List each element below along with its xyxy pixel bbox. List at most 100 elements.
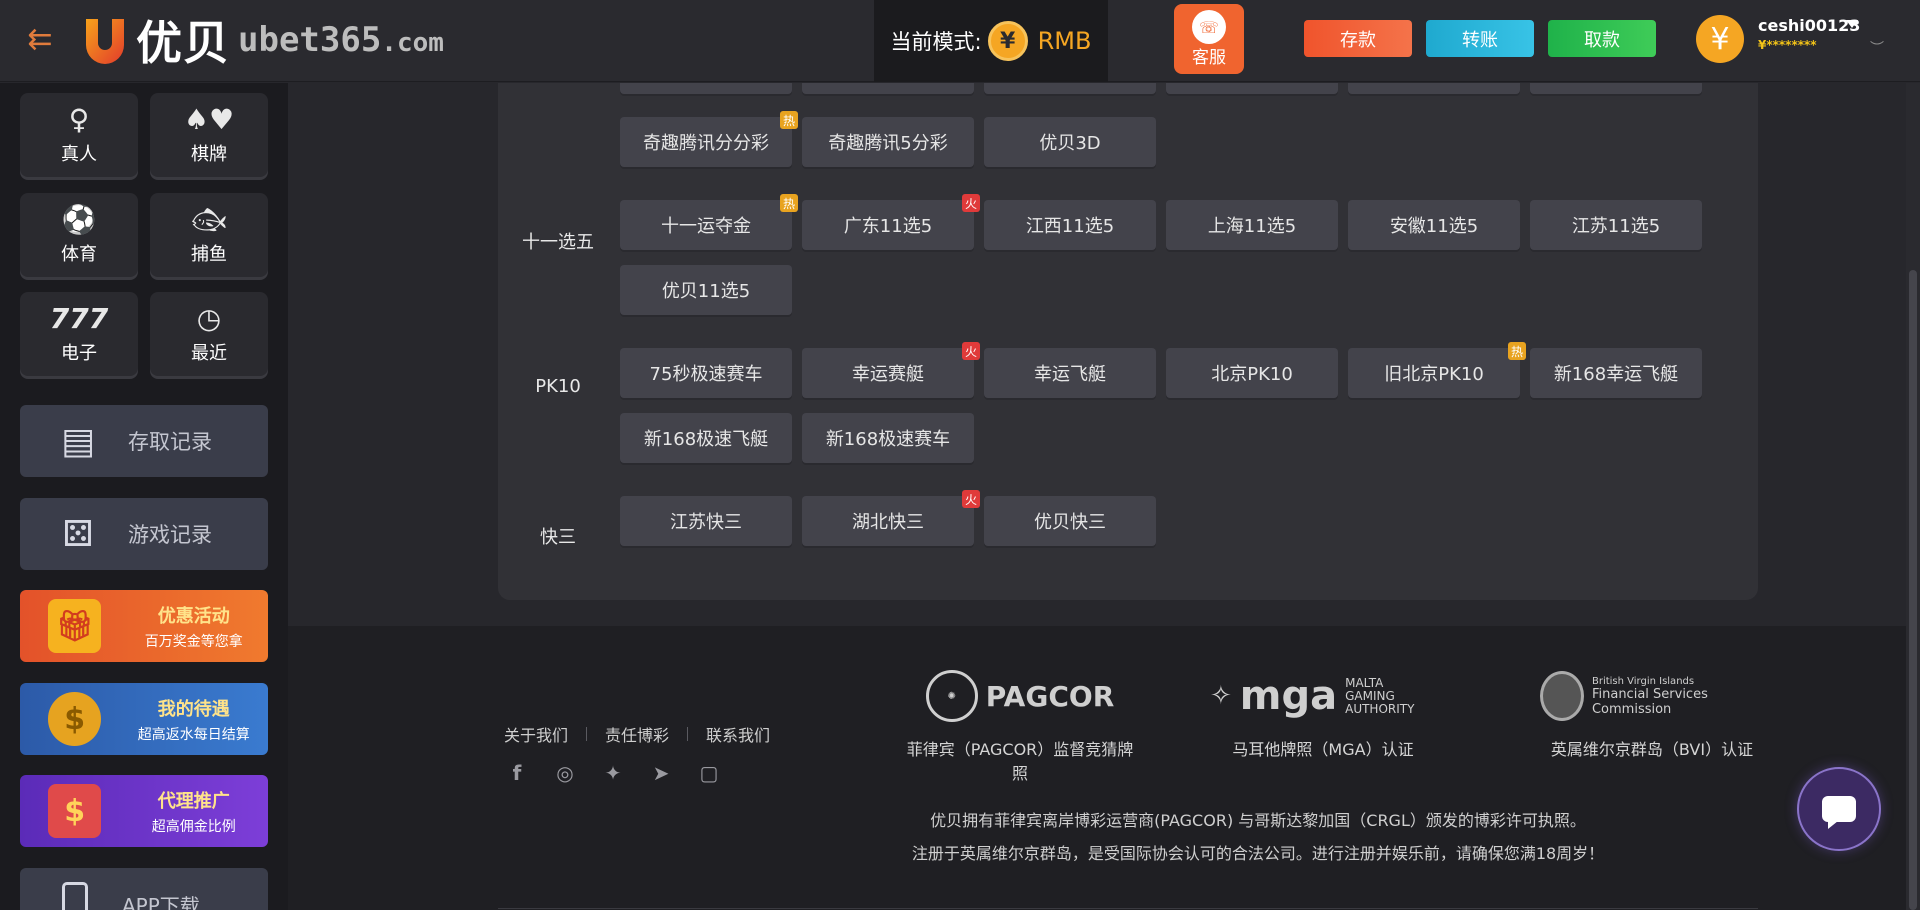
game-button-clipped[interactable]	[620, 83, 792, 94]
footer-link-about[interactable]: 关于我们	[504, 722, 568, 746]
promo-title: 优惠活动	[157, 605, 230, 627]
footer-disclaimer: 优贝拥有菲律宾离岸博彩运营商(PAGCOR) 与哥斯达黎加国（CRGL）颁发的博…	[828, 804, 1688, 870]
deposit-withdraw-record-button[interactable]: ▤ 存取记录	[20, 405, 268, 477]
app-download-button[interactable]: APP下载	[20, 868, 268, 910]
sidebar-tile-recent[interactable]: ◷ 最近	[150, 292, 268, 376]
back-arrow-icon[interactable]: ⇇	[22, 22, 58, 58]
hot-tag: 热	[1508, 342, 1526, 360]
user-avatar-coin-icon[interactable]: ¥	[1696, 15, 1744, 63]
caret-down-icon[interactable]	[1846, 20, 1858, 28]
license-pagcor: ✺ PAGCOR 菲律宾（PAGCOR）监督竞猜牌照	[900, 666, 1140, 784]
game-button[interactable]: 安徽11选5	[1348, 200, 1520, 250]
customer-service-button[interactable]: ☏ 客服	[1174, 4, 1244, 74]
site-logo[interactable]: 优贝 ubet365.com	[82, 10, 444, 70]
sidebar-tile-sports[interactable]: ⚽ 体育	[20, 193, 138, 277]
game-name: 新168幸运飞艇	[1553, 364, 1679, 385]
logo-u-icon	[86, 19, 124, 64]
logo-domain-text: ubet365.com	[238, 20, 444, 60]
license-mga: ✧ mga MALTA GAMING AUTHORITY 马耳他牌照（MGA）认证	[1210, 666, 1436, 760]
game-button-clipped[interactable]	[1530, 83, 1702, 94]
social-icons: f ◎ ✦ ➤ ▢	[504, 760, 722, 786]
game-button[interactable]: 新168极速飞艇	[620, 413, 792, 463]
game-button[interactable]: 湖北快三 火	[802, 490, 980, 546]
game-button[interactable]: 幸运赛艇 火	[802, 342, 980, 398]
agent-promotion-card[interactable]: $ 代理推广 超高佣金比例	[20, 775, 268, 847]
game-button[interactable]: 江苏11选5	[1530, 200, 1702, 250]
license-bvi: British Virgin Islands Financial Service…	[1540, 666, 1764, 760]
sidebar-tile-slots[interactable]: 777 电子	[20, 292, 138, 376]
game-name: 优贝快三	[1034, 512, 1106, 533]
divider	[586, 727, 588, 741]
game-name: 奇趣腾讯5分彩	[828, 133, 948, 154]
game-button[interactable]: 75秒极速赛车	[620, 348, 792, 398]
game-button-clipped[interactable]	[984, 83, 1156, 94]
my-benefits-card[interactable]: $ 我的待遇 超高返水每日结算	[20, 683, 268, 755]
mga-star-icon: ✧	[1210, 681, 1232, 711]
footer-link-responsible[interactable]: 责任博彩	[605, 722, 669, 746]
deposit-button[interactable]: 存款	[1304, 20, 1412, 57]
soccer-ball-icon: ⚽	[61, 203, 97, 236]
app-download-label: APP下载	[122, 893, 200, 910]
menu-label: 游戏记录	[128, 523, 212, 547]
hot-tag: 热	[780, 111, 798, 129]
promo-subtitle: 百万奖金等您拿	[144, 633, 243, 650]
instagram-icon[interactable]: ◎	[552, 760, 578, 786]
game-button[interactable]: 新168极速赛车	[802, 413, 974, 463]
lottery-games-panel: 奇趣腾讯分分彩 热 奇趣腾讯5分彩 优贝3D 十一选五 十一运夺金 热 广东11…	[498, 83, 1758, 600]
footer-link-contact[interactable]: 联系我们	[706, 722, 770, 746]
slot-777-icon: 777	[49, 302, 109, 335]
menu-label: 存取记录	[128, 430, 212, 454]
sidebar-tile-live[interactable]: ♀ 真人	[20, 93, 138, 177]
transfer-button[interactable]: 转账	[1426, 20, 1534, 57]
game-button-clipped[interactable]	[802, 83, 974, 94]
clock-icon: ◷	[196, 302, 222, 335]
mga-logo-text: mga	[1239, 673, 1338, 719]
game-button[interactable]: 优贝11选5	[620, 265, 792, 315]
game-button-clipped[interactable]	[1166, 83, 1338, 94]
game-button[interactable]: 上海11选5	[1166, 200, 1338, 250]
game-name: 江西11选5	[1025, 216, 1115, 237]
game-button[interactable]: 优贝快三	[984, 496, 1156, 546]
line-icon[interactable]: ▢	[696, 760, 722, 786]
bvi-logo-text: British Virgin Islands Financial Service…	[1591, 675, 1708, 717]
game-name: 优贝11选5	[661, 281, 751, 302]
main-content: 奇趣腾讯分分彩 热 奇趣腾讯5分彩 优贝3D 十一选五 十一运夺金 热 广东11…	[288, 83, 1920, 910]
game-name: 安徽11选5	[1389, 216, 1479, 237]
game-button[interactable]: 十一运夺金 热	[620, 194, 798, 250]
facebook-icon[interactable]: f	[504, 760, 530, 786]
hot-tag: 热	[780, 194, 798, 212]
live-chat-button[interactable]	[1797, 767, 1881, 851]
gift-icon: 🎁︎	[48, 599, 102, 653]
game-button[interactable]: 广东11选5 火	[802, 194, 980, 250]
yuan-coin-icon: ¥	[987, 21, 1028, 61]
game-button[interactable]: 奇趣腾讯分分彩 热	[620, 111, 798, 167]
game-button[interactable]: 江苏快三	[620, 496, 792, 546]
tile-label: 电子	[61, 343, 97, 364]
sidebar-tile-cards[interactable]: ♠♥ 棋牌	[150, 93, 268, 177]
sidebar-tile-fishing[interactable]: 🐟︎ 捕鱼	[150, 193, 268, 277]
category-label-11x5: 十一选五	[522, 232, 594, 253]
game-button[interactable]: 旧北京PK10 热	[1348, 342, 1526, 398]
game-name: 优贝3D	[1039, 133, 1101, 154]
currency-mode[interactable]: 当前模式: ¥ RMB	[874, 0, 1108, 82]
scrollbar-thumb[interactable]	[1909, 270, 1917, 910]
game-button-clipped[interactable]	[1348, 83, 1520, 94]
game-button[interactable]: 奇趣腾讯5分彩	[802, 117, 974, 167]
game-button[interactable]: 江西11选5	[984, 200, 1156, 250]
game-record-button[interactable]: ⚄ 游戏记录	[20, 498, 268, 570]
game-name: 江苏快三	[670, 512, 742, 533]
tile-label: 棋牌	[191, 144, 227, 165]
twitter-icon[interactable]: ✦	[600, 760, 626, 786]
eye-closed-icon[interactable]: ︶	[1870, 38, 1884, 58]
promo-subtitle: 超高返水每日结算	[137, 726, 250, 743]
game-button[interactable]: 优贝3D	[984, 117, 1156, 167]
telegram-icon[interactable]: ➤	[648, 760, 674, 786]
tile-label: 捕鱼	[191, 244, 227, 265]
game-button[interactable]: 新168幸运飞艇	[1530, 348, 1702, 398]
promo-offers-card[interactable]: 🎁︎ 优惠活动 百万奖金等您拿	[20, 590, 268, 662]
mode-label: 当前模式:	[890, 30, 982, 54]
withdraw-button[interactable]: 取款	[1548, 20, 1656, 57]
disclaimer-line: 注册于英属维尔京群岛，是受国际协会认可的合法公司。进行注册并娱乐前，请确保您满1…	[911, 844, 1605, 863]
game-button[interactable]: 幸运飞艇	[984, 348, 1156, 398]
game-button[interactable]: 北京PK10	[1166, 348, 1338, 398]
